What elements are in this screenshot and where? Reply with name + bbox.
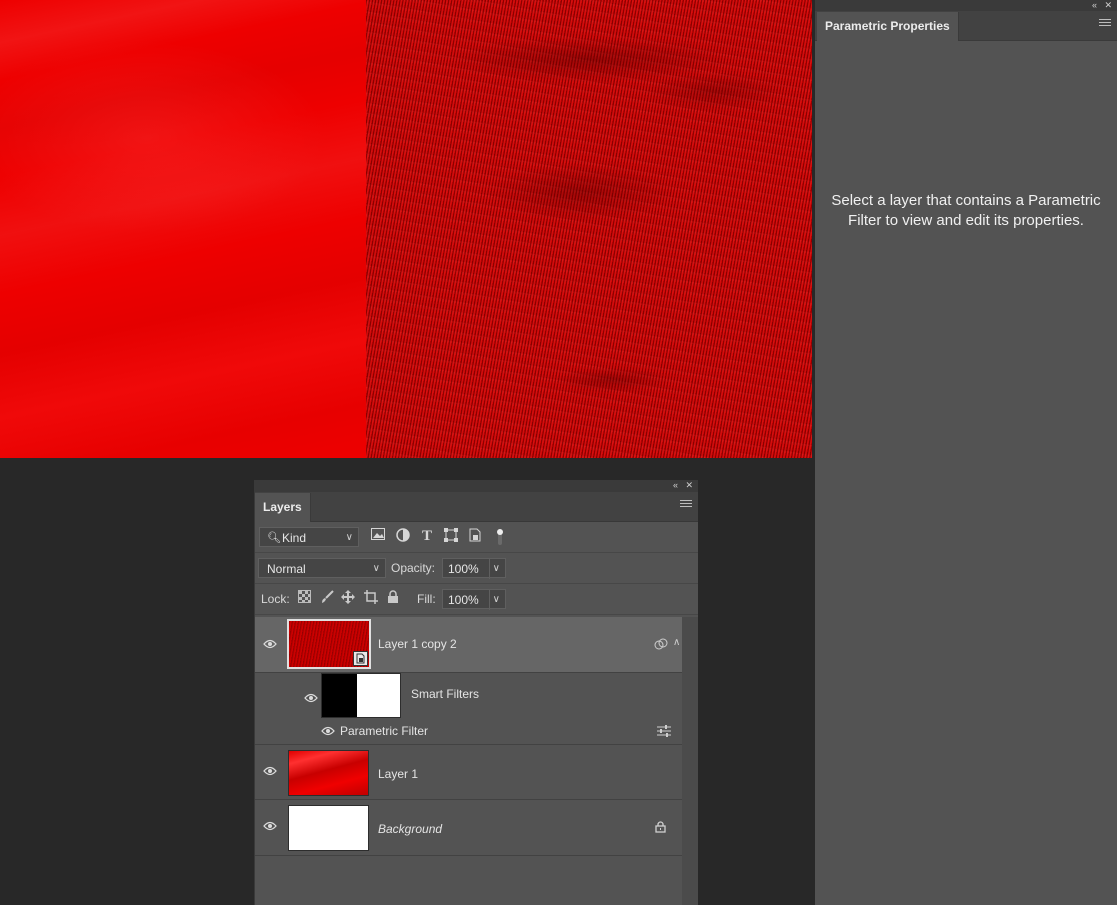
panel-header-bar: « ✕ (255, 480, 698, 492)
lock-label: Lock: (261, 592, 290, 606)
layer-row-layer-1-copy-2[interactable]: Layer 1 copy 2 ∧ (255, 617, 682, 673)
tab-parametric-properties[interactable]: Parametric Properties (817, 12, 959, 41)
document-canvas[interactable] (0, 0, 812, 458)
layer-thumbnail (288, 750, 369, 796)
image-filter-icon[interactable] (370, 528, 386, 544)
layers-panel: « ✕ Layers 🔍︎ Kind ∨ T Normal ∨ Opacity:… (254, 480, 698, 905)
padlock-icon[interactable] (655, 821, 666, 836)
panel-header-bar: « ✕ (815, 0, 1117, 11)
fill-value: 100% (448, 593, 479, 607)
eye-icon[interactable] (262, 639, 278, 651)
type-filter-icon[interactable]: T (419, 528, 435, 544)
eye-icon[interactable] (320, 726, 336, 738)
panel-menu-icon[interactable] (1099, 19, 1111, 29)
chevron-down-icon[interactable]: ∨ (488, 559, 500, 579)
smart-filter-mask-thumbnail[interactable] (321, 673, 401, 718)
layers-scrollbar[interactable] (682, 617, 698, 905)
eye-icon[interactable] (262, 766, 278, 778)
opacity-value: 100% (448, 562, 479, 576)
chevron-down-icon: ∨ (372, 563, 380, 574)
collapse-icon[interactable]: « (1092, 0, 1097, 11)
canvas-fabric-embossed (366, 0, 812, 458)
panel-menu-icon[interactable] (680, 500, 692, 510)
filter-kind-label: Kind (282, 531, 307, 545)
layers-list: Layer 1 copy 2 ∧ Smart Filters Parametri… (255, 617, 682, 905)
lock-position-move-icon[interactable] (340, 590, 356, 606)
filter-kind-dropdown[interactable]: 🔍︎ Kind ∨ (259, 527, 359, 547)
layer-name[interactable]: Layer 1 copy 2 (378, 637, 457, 651)
search-icon: 🔍︎ (267, 532, 281, 544)
layer-name[interactable]: Background (378, 822, 442, 836)
close-icon[interactable]: ✕ (685, 480, 693, 491)
blend-mode-dropdown[interactable]: Normal ∨ (258, 558, 386, 578)
chevron-down-icon[interactable]: ∨ (488, 590, 500, 610)
shape-filter-icon[interactable] (443, 528, 459, 544)
lock-transparency-icon[interactable] (296, 590, 312, 606)
fill-field[interactable]: 100% ∨ (442, 589, 506, 610)
lock-pixels-brush-icon[interactable] (319, 590, 335, 606)
smart-object-indicator-icon (654, 637, 668, 654)
panel-tab-bar: Parametric Properties (815, 11, 1117, 41)
blend-mode-value: Normal (267, 562, 306, 576)
lock-all-padlock-icon[interactable] (385, 590, 401, 606)
canvas-fabric-original (0, 0, 366, 458)
adjustment-filter-icon[interactable] (395, 528, 411, 544)
smart-object-badge-icon (353, 651, 368, 666)
fill-label: Fill: (417, 592, 436, 606)
collapse-effects-chevron-up-icon[interactable]: ∧ (673, 637, 680, 648)
smart-filters-row[interactable]: Smart Filters Parametric Filter (255, 673, 682, 745)
empty-state-message: Select a layer that contains a Parametri… (831, 192, 1101, 229)
smart-object-filter-icon[interactable] (467, 528, 483, 544)
lock-row: Lock: Fill: 100% ∨ (255, 584, 698, 615)
layer-thumbnail (288, 805, 369, 851)
layer-row-background[interactable]: Background (255, 800, 682, 856)
parametric-properties-panel: « ✕ Parametric Properties Select a layer… (815, 0, 1117, 905)
layer-row-layer-1[interactable]: Layer 1 (255, 745, 682, 800)
collapse-icon[interactable]: « (673, 480, 678, 491)
blend-row: Normal ∨ Opacity: 100% ∨ (255, 553, 698, 584)
layer-thumbnail (287, 619, 371, 669)
layer-filter-row: 🔍︎ Kind ∨ T (255, 522, 698, 553)
filter-blending-options-sliders-icon[interactable] (657, 725, 671, 740)
chevron-down-icon: ∨ (345, 532, 353, 543)
parametric-filter-label[interactable]: Parametric Filter (340, 724, 428, 738)
filter-toggle-icon[interactable] (492, 528, 508, 545)
opacity-label: Opacity: (391, 561, 436, 575)
opacity-field[interactable]: 100% ∨ (442, 558, 506, 579)
eye-icon[interactable] (303, 693, 319, 705)
lock-artboard-crop-icon[interactable] (363, 590, 379, 606)
tab-layers[interactable]: Layers (255, 493, 311, 522)
eye-icon[interactable] (262, 821, 278, 833)
close-icon[interactable]: ✕ (1104, 0, 1112, 11)
smart-filters-label: Smart Filters (411, 687, 480, 701)
layer-name[interactable]: Layer 1 (378, 767, 418, 781)
panel-tab-bar: Layers (255, 492, 698, 522)
